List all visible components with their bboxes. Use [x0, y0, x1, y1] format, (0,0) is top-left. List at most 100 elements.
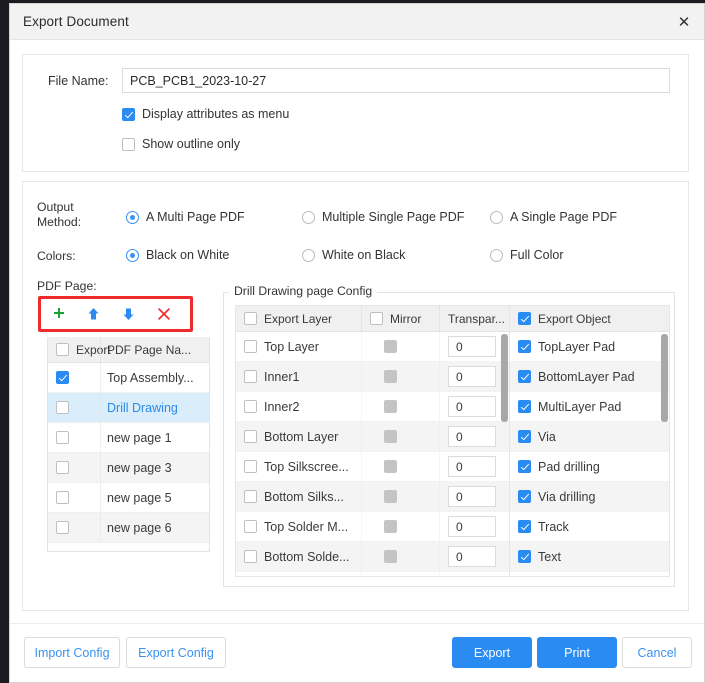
object-checkbox[interactable]: [518, 550, 531, 563]
radio-black-on-white-label: Black on White: [146, 248, 230, 262]
layer-transparency-cell: 0: [439, 392, 509, 421]
radio-full-color-indicator[interactable]: [490, 248, 503, 262]
pdf-page-export-checkbox[interactable]: [56, 431, 69, 444]
pdf-page-list[interactable]: Export PDF Page Na... Top Assembly... Dr…: [47, 337, 210, 552]
export-config-button[interactable]: Export Config: [126, 637, 226, 668]
export-layer-table-scrollbar[interactable]: [501, 334, 508, 422]
layer-export-checkbox[interactable]: [244, 340, 257, 353]
show-outline-checkbox-row[interactable]: Show outline only: [122, 137, 240, 151]
layer-transparency-input[interactable]: 0: [448, 456, 496, 477]
layer-transparency-input[interactable]: 0: [448, 516, 496, 537]
layer-mirror-cell: [361, 422, 439, 451]
pdf-page-export-checkbox[interactable]: [56, 401, 69, 414]
pdf-page-row[interactable]: new page 5: [48, 483, 209, 513]
radio-white-on-black[interactable]: White on Black: [302, 248, 405, 262]
radio-full-color[interactable]: Full Color: [490, 248, 564, 262]
object-row[interactable]: Track: [510, 512, 669, 542]
export-layer-header-cell: Export Layer: [236, 306, 361, 331]
export-button[interactable]: Export: [452, 637, 532, 668]
layer-transparency-input[interactable]: 0: [448, 396, 496, 417]
display-attributes-checkbox[interactable]: [122, 107, 135, 121]
pdf-page-row[interactable]: Top Assembly...: [48, 363, 209, 393]
layer-row[interactable]: Bottom Silks... 0: [236, 482, 509, 512]
object-row[interactable]: Via drilling: [510, 482, 669, 512]
layer-row[interactable]: Inner1 0: [236, 362, 509, 392]
show-outline-checkbox[interactable]: [122, 137, 135, 151]
pdf-page-row[interactable]: new page 1: [48, 423, 209, 453]
object-checkbox[interactable]: [518, 430, 531, 443]
object-checkbox[interactable]: [518, 490, 531, 503]
colors-label: Colors:: [37, 249, 76, 263]
layer-export-checkbox[interactable]: [244, 370, 257, 383]
move-page-up-button[interactable]: [86, 306, 101, 322]
object-row[interactable]: BottomLayer Pad: [510, 362, 669, 392]
layer-export-checkbox[interactable]: [244, 400, 257, 413]
radio-black-on-white[interactable]: Black on White: [126, 248, 229, 262]
close-icon[interactable]: ✕: [669, 8, 699, 36]
pdf-page-row[interactable]: new page 6: [48, 513, 209, 543]
export-object-table[interactable]: Export Object TopLayer Pad BottomLayer P…: [510, 305, 670, 577]
layer-transparency-input[interactable]: 0: [448, 336, 496, 357]
radio-black-on-white-indicator[interactable]: [126, 248, 139, 262]
layer-export-checkbox[interactable]: [244, 490, 257, 503]
object-checkbox[interactable]: [518, 520, 531, 533]
add-page-button[interactable]: [51, 306, 66, 322]
import-config-button[interactable]: Import Config: [24, 637, 120, 668]
layer-export-checkbox[interactable]: [244, 520, 257, 533]
pdf-page-export-checkbox[interactable]: [56, 521, 69, 534]
pdf-page-export-checkbox[interactable]: [56, 461, 69, 474]
move-page-down-button[interactable]: [121, 306, 136, 322]
object-checkbox[interactable]: [518, 370, 531, 383]
radio-single-page-pdf[interactable]: A Single Page PDF: [490, 210, 617, 224]
pdf-page-row[interactable]: new page 3: [48, 453, 209, 483]
radio-multi-page-pdf-indicator[interactable]: [126, 210, 139, 224]
layer-transparency-input[interactable]: 0: [448, 426, 496, 447]
delete-page-button[interactable]: [156, 306, 171, 322]
object-row[interactable]: Pad drilling: [510, 452, 669, 482]
layer-row[interactable]: Bottom Layer 0: [236, 422, 509, 452]
layer-row[interactable]: Top Paste M... 0: [236, 572, 509, 577]
object-checkbox[interactable]: [518, 340, 531, 353]
export-object-all-checkbox[interactable]: [518, 312, 531, 325]
layer-row[interactable]: Top Silkscree... 0: [236, 452, 509, 482]
export-layer-all-checkbox[interactable]: [244, 312, 257, 325]
object-row[interactable]: TopLayer Pad: [510, 332, 669, 362]
export-document-dialog: Export Document ✕ File Name: Display att…: [9, 3, 705, 683]
object-row[interactable]: Text: [510, 542, 669, 572]
object-checkbox[interactable]: [518, 400, 531, 413]
layer-row[interactable]: Inner2 0: [236, 392, 509, 422]
export-object-table-scrollbar[interactable]: [661, 334, 668, 422]
layer-row[interactable]: Top Solder M... 0: [236, 512, 509, 542]
display-attributes-checkbox-row[interactable]: Display attributes as menu: [122, 107, 289, 121]
cancel-button[interactable]: Cancel: [622, 637, 692, 668]
layer-mirror-checkbox: [384, 520, 397, 533]
pdf-page-export-checkbox[interactable]: [56, 491, 69, 504]
object-row[interactable]: Image: [510, 572, 669, 576]
layer-transparency-input[interactable]: 0: [448, 366, 496, 387]
radio-white-on-black-indicator[interactable]: [302, 248, 315, 262]
radio-multiple-single-page-pdf[interactable]: Multiple Single Page PDF: [302, 210, 464, 224]
layer-export-checkbox[interactable]: [244, 430, 257, 443]
layer-transparency-input[interactable]: 0: [448, 486, 496, 507]
object-row[interactable]: MultiLayer Pad: [510, 392, 669, 422]
pdf-page-export-checkbox[interactable]: [56, 371, 69, 384]
layer-export-checkbox[interactable]: [244, 550, 257, 563]
mirror-all-checkbox[interactable]: [370, 312, 383, 325]
layer-transparency-input[interactable]: 0: [448, 576, 496, 577]
layer-row[interactable]: Top Layer 0: [236, 332, 509, 362]
file-name-input[interactable]: [122, 68, 670, 93]
radio-multi-page-pdf[interactable]: A Multi Page PDF: [126, 210, 245, 224]
layer-transparency-input[interactable]: 0: [448, 546, 496, 567]
print-button[interactable]: Print: [537, 637, 617, 668]
object-checkbox[interactable]: [518, 460, 531, 473]
dialog-title: Export Document: [23, 14, 129, 29]
layer-name: Bottom Solde...: [264, 549, 350, 564]
radio-single-page-pdf-indicator[interactable]: [490, 210, 503, 224]
export-layer-table[interactable]: Export Layer Mirror Transpar... Top Laye…: [235, 305, 510, 577]
layer-row[interactable]: Bottom Solde... 0: [236, 542, 509, 572]
layer-export-checkbox[interactable]: [244, 460, 257, 473]
pdf-page-export-all-checkbox[interactable]: [56, 343, 69, 356]
object-row[interactable]: Via: [510, 422, 669, 452]
radio-multiple-single-page-pdf-indicator[interactable]: [302, 210, 315, 224]
pdf-page-row[interactable]: Drill Drawing: [48, 393, 209, 423]
